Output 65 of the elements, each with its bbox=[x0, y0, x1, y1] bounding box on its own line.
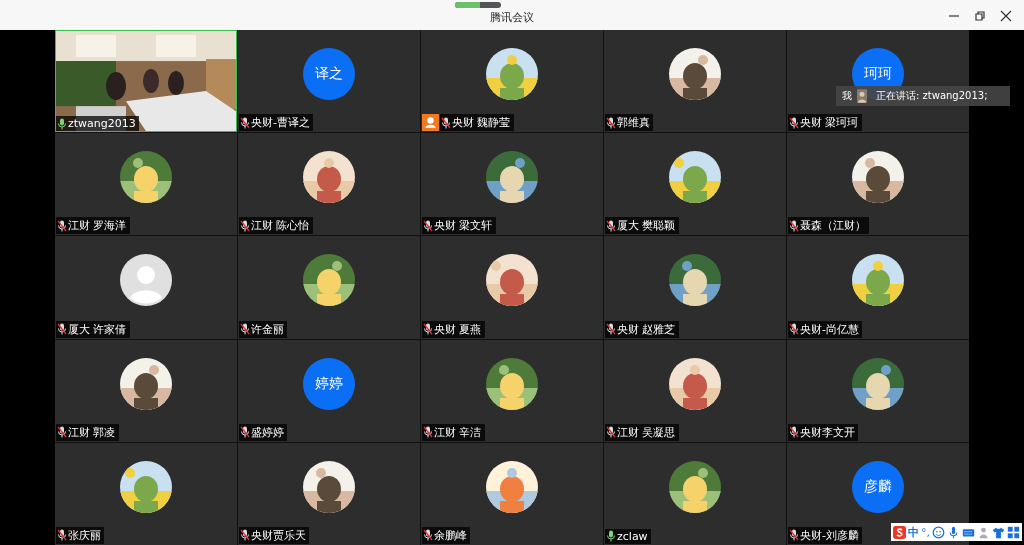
ime-logo-icon[interactable] bbox=[893, 525, 906, 539]
participant-tile[interactable]: 央财李文开 bbox=[787, 339, 969, 442]
participant-name: 江财 罗海洋 bbox=[56, 217, 130, 235]
participant-tile[interactable]: 江财 吴凝思 bbox=[604, 339, 786, 442]
participant-tile[interactable]: 江财 郭凌 bbox=[55, 339, 237, 442]
restore-icon[interactable] bbox=[974, 10, 986, 22]
default-avatar-icon bbox=[120, 254, 172, 307]
participant-name: 聂森（江财） bbox=[788, 217, 869, 235]
participant-name: 江财 吴凝思 bbox=[605, 423, 679, 441]
participant-tile[interactable]: 婷婷 盛婷婷 bbox=[238, 339, 420, 442]
participant-name: 央财李文开 bbox=[788, 423, 858, 441]
participant-name: 央财 魏静莹 bbox=[440, 114, 514, 132]
participant-name: 央财 赵雅芝 bbox=[605, 320, 679, 338]
avatar: 译之 bbox=[303, 48, 355, 100]
speaker-avatar-icon bbox=[857, 89, 867, 103]
participant-name: 余鹏峰 bbox=[422, 527, 470, 544]
participant-name: 厦大 许家倩 bbox=[56, 320, 130, 338]
participant-tile[interactable]: 央财-尚亿慧 bbox=[787, 236, 969, 339]
participant-name: 江财 郭凌 bbox=[56, 423, 119, 441]
participant-tile[interactable]: ztwang2013 bbox=[55, 30, 237, 133]
participant-tile[interactable]: 央财贾乐天 bbox=[238, 442, 420, 545]
avatar: 婷婷 bbox=[303, 357, 355, 410]
participant-tile[interactable]: 张庆丽 bbox=[55, 442, 237, 545]
participant-name: 央财贾乐天 bbox=[239, 527, 309, 544]
participant-name: 央财 梁珂珂 bbox=[788, 114, 862, 132]
participant-tile[interactable]: 厦大 樊聪颖 bbox=[604, 133, 786, 236]
participant-name: 央财-刘彦麟 bbox=[788, 527, 862, 544]
participant-name: 厦大 樊聪颖 bbox=[605, 217, 679, 235]
participant-name: ztwang2013 bbox=[56, 116, 139, 132]
shirt-icon[interactable] bbox=[992, 525, 1005, 539]
participant-tile[interactable]: 央财 夏燕 bbox=[421, 236, 603, 339]
loading-bar bbox=[455, 2, 501, 8]
participant-tile[interactable]: 央财 赵雅芝 bbox=[604, 236, 786, 339]
participant-name: 央财-曹译之 bbox=[239, 114, 313, 132]
participant-tile[interactable]: 江财 陈心怡 bbox=[238, 133, 420, 236]
participant-tile[interactable]: 译之 央财-曹译之 bbox=[238, 30, 420, 133]
participant-name: 江财 陈心怡 bbox=[239, 217, 313, 235]
participant-name: 央财 梁文轩 bbox=[422, 217, 496, 235]
participant-tile[interactable]: 许金丽 bbox=[238, 236, 420, 339]
participant-tile[interactable]: 江财 辛洁 bbox=[421, 339, 603, 442]
participant-name: 盛婷婷 bbox=[239, 423, 287, 441]
participant-tile[interactable]: 央财 梁文轩 bbox=[421, 133, 603, 236]
microphone-icon[interactable] bbox=[947, 525, 960, 539]
avatar: 彦麟 bbox=[852, 460, 904, 513]
participant-tile[interactable]: 聂森（江财） bbox=[787, 133, 969, 236]
smiley-icon[interactable] bbox=[932, 525, 945, 539]
participant-name: 央财 夏燕 bbox=[422, 320, 485, 338]
participant-tile[interactable]: 余鹏峰 bbox=[421, 442, 603, 545]
input-mode-toggle[interactable]: 中 bbox=[908, 524, 919, 540]
participant-tile[interactable]: zclaw bbox=[604, 442, 786, 545]
participant-name: zclaw bbox=[605, 529, 651, 544]
participant-tile[interactable]: 郭维真 bbox=[604, 30, 786, 133]
participant-name: 郭维真 bbox=[605, 114, 653, 132]
close-icon[interactable] bbox=[1000, 10, 1012, 22]
participant-tile[interactable]: 江财 罗海洋 bbox=[55, 133, 237, 236]
participant-name: 江财 辛洁 bbox=[422, 423, 485, 441]
speaker-me-label: 我 bbox=[842, 89, 852, 103]
punctuation-toggle[interactable]: °, bbox=[921, 525, 930, 539]
participant-tile[interactable]: 厦大 许家倩 bbox=[55, 236, 237, 339]
window-title: 腾讯会议 bbox=[490, 9, 534, 25]
participant-name: 央财-尚亿慧 bbox=[788, 320, 862, 338]
participant-name: 许金丽 bbox=[239, 320, 287, 338]
grid-icon[interactable] bbox=[1007, 525, 1020, 539]
participant-name: 张庆丽 bbox=[56, 527, 104, 544]
participant-tile[interactable]: 央财 魏静莹 bbox=[421, 30, 603, 133]
